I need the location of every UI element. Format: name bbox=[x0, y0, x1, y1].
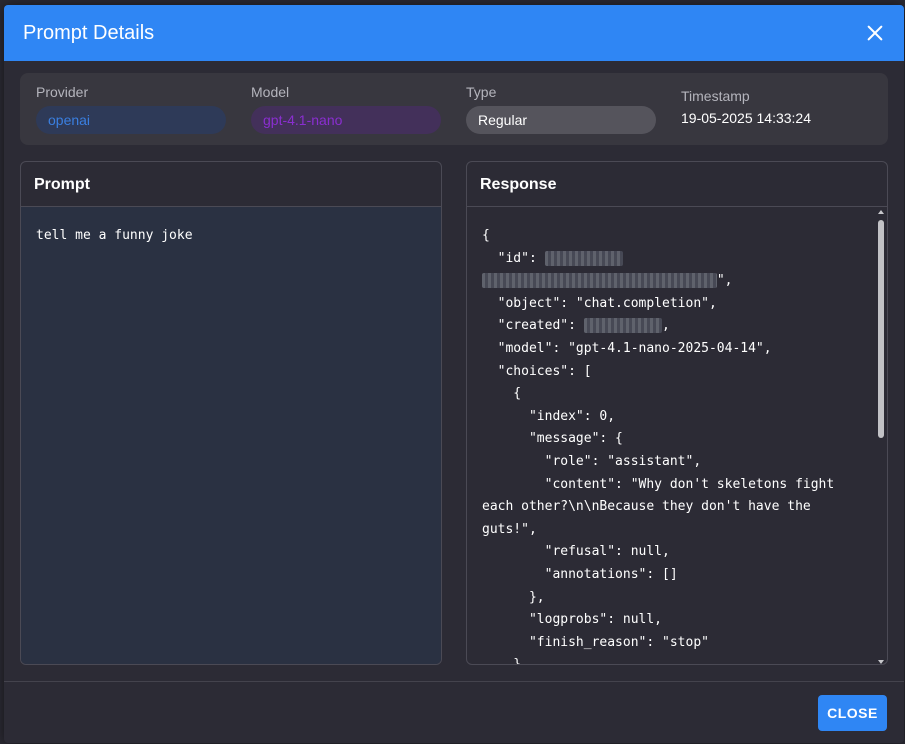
scroll-thumb[interactable] bbox=[878, 220, 884, 438]
response-line: "model": "gpt-4.1-nano-2025-04-14", bbox=[482, 340, 772, 356]
close-button[interactable]: CLOSE bbox=[818, 695, 887, 731]
response-line: guts!", bbox=[482, 521, 537, 537]
response-line: XXXXXXXXXXXXXXXXXXXXXXXXXXXXXX", bbox=[482, 270, 859, 293]
response-scrollbar[interactable] bbox=[876, 208, 886, 664]
provider-label: Provider bbox=[36, 84, 89, 100]
provider-chip: openai bbox=[36, 106, 226, 134]
model-chip: gpt-4.1-nano bbox=[251, 106, 441, 134]
provider-field: Provider openai bbox=[36, 82, 226, 134]
dialog-title: Prompt Details bbox=[23, 21, 155, 44]
model-label: Model bbox=[251, 84, 290, 100]
response-line: { bbox=[482, 386, 522, 402]
response-line: each other?\n\nBecause they don't have t… bbox=[482, 499, 811, 515]
response-line: "role": "assistant", bbox=[482, 453, 702, 469]
response-line: "content": "Why don't skeletons fight bbox=[482, 476, 835, 492]
type-chip: Regular bbox=[466, 106, 656, 134]
close-icon[interactable] bbox=[864, 22, 886, 44]
redacted-id: XXXXXXXXXXXXXXXXXXXXXXXXXXXXXX bbox=[482, 273, 717, 289]
redacted-created: XXXXXXXXXX bbox=[583, 318, 663, 334]
type-field: Type Regular bbox=[466, 82, 656, 134]
response-panel: Response { "id": XXXXXXXXXXXXXXXXXXXXXXX… bbox=[466, 161, 888, 665]
response-line: } bbox=[482, 654, 859, 664]
dialog-header: Prompt Details bbox=[4, 5, 904, 61]
response-heading: Response bbox=[467, 162, 887, 207]
scroll-down-arrow-icon[interactable] bbox=[878, 660, 884, 664]
response-line: "index": 0, bbox=[482, 408, 616, 424]
response-line: "object": "chat.completion", bbox=[482, 295, 717, 311]
prompt-details-dialog: Prompt Details Provider openai Model gpt… bbox=[4, 5, 904, 743]
response-line: "finish_reason": "stop" bbox=[482, 634, 709, 650]
timestamp-label: Timestamp bbox=[681, 88, 750, 104]
response-json[interactable]: { "id": XXXXXXXXXXXXXXXXXXXXXXXXXXXXXXXX… bbox=[467, 207, 887, 664]
timestamp-field: Timestamp 19-05-2025 14:33:24 bbox=[681, 86, 811, 126]
prompt-text[interactable]: tell me a funny joke bbox=[21, 207, 441, 664]
response-line: "id": XXXXXXXXXX bbox=[482, 248, 859, 271]
response-line: }, bbox=[482, 589, 545, 605]
response-line: "created": XXXXXXXXXX, bbox=[482, 318, 670, 334]
prompt-heading: Prompt bbox=[21, 162, 441, 207]
model-field: Model gpt-4.1-nano bbox=[251, 82, 441, 134]
redacted-id: XXXXXXXXXX bbox=[544, 250, 623, 266]
response-line: "choices": [ bbox=[482, 363, 592, 379]
prompt-panel: Prompt tell me a funny joke bbox=[20, 161, 442, 665]
response-line: "message": { bbox=[482, 431, 623, 447]
type-label: Type bbox=[466, 84, 497, 100]
timestamp-value: 19-05-2025 14:33:24 bbox=[681, 110, 811, 126]
response-line: "logprobs": null, bbox=[482, 612, 663, 628]
meta-bar: Provider openai Model gpt-4.1-nano Type … bbox=[20, 73, 888, 145]
response-line: { bbox=[482, 228, 490, 243]
scroll-up-arrow-icon[interactable] bbox=[878, 210, 884, 214]
dialog-footer: CLOSE bbox=[4, 681, 904, 743]
response-line: "refusal": null, bbox=[482, 544, 670, 560]
response-line: "annotations": [] bbox=[482, 566, 678, 582]
